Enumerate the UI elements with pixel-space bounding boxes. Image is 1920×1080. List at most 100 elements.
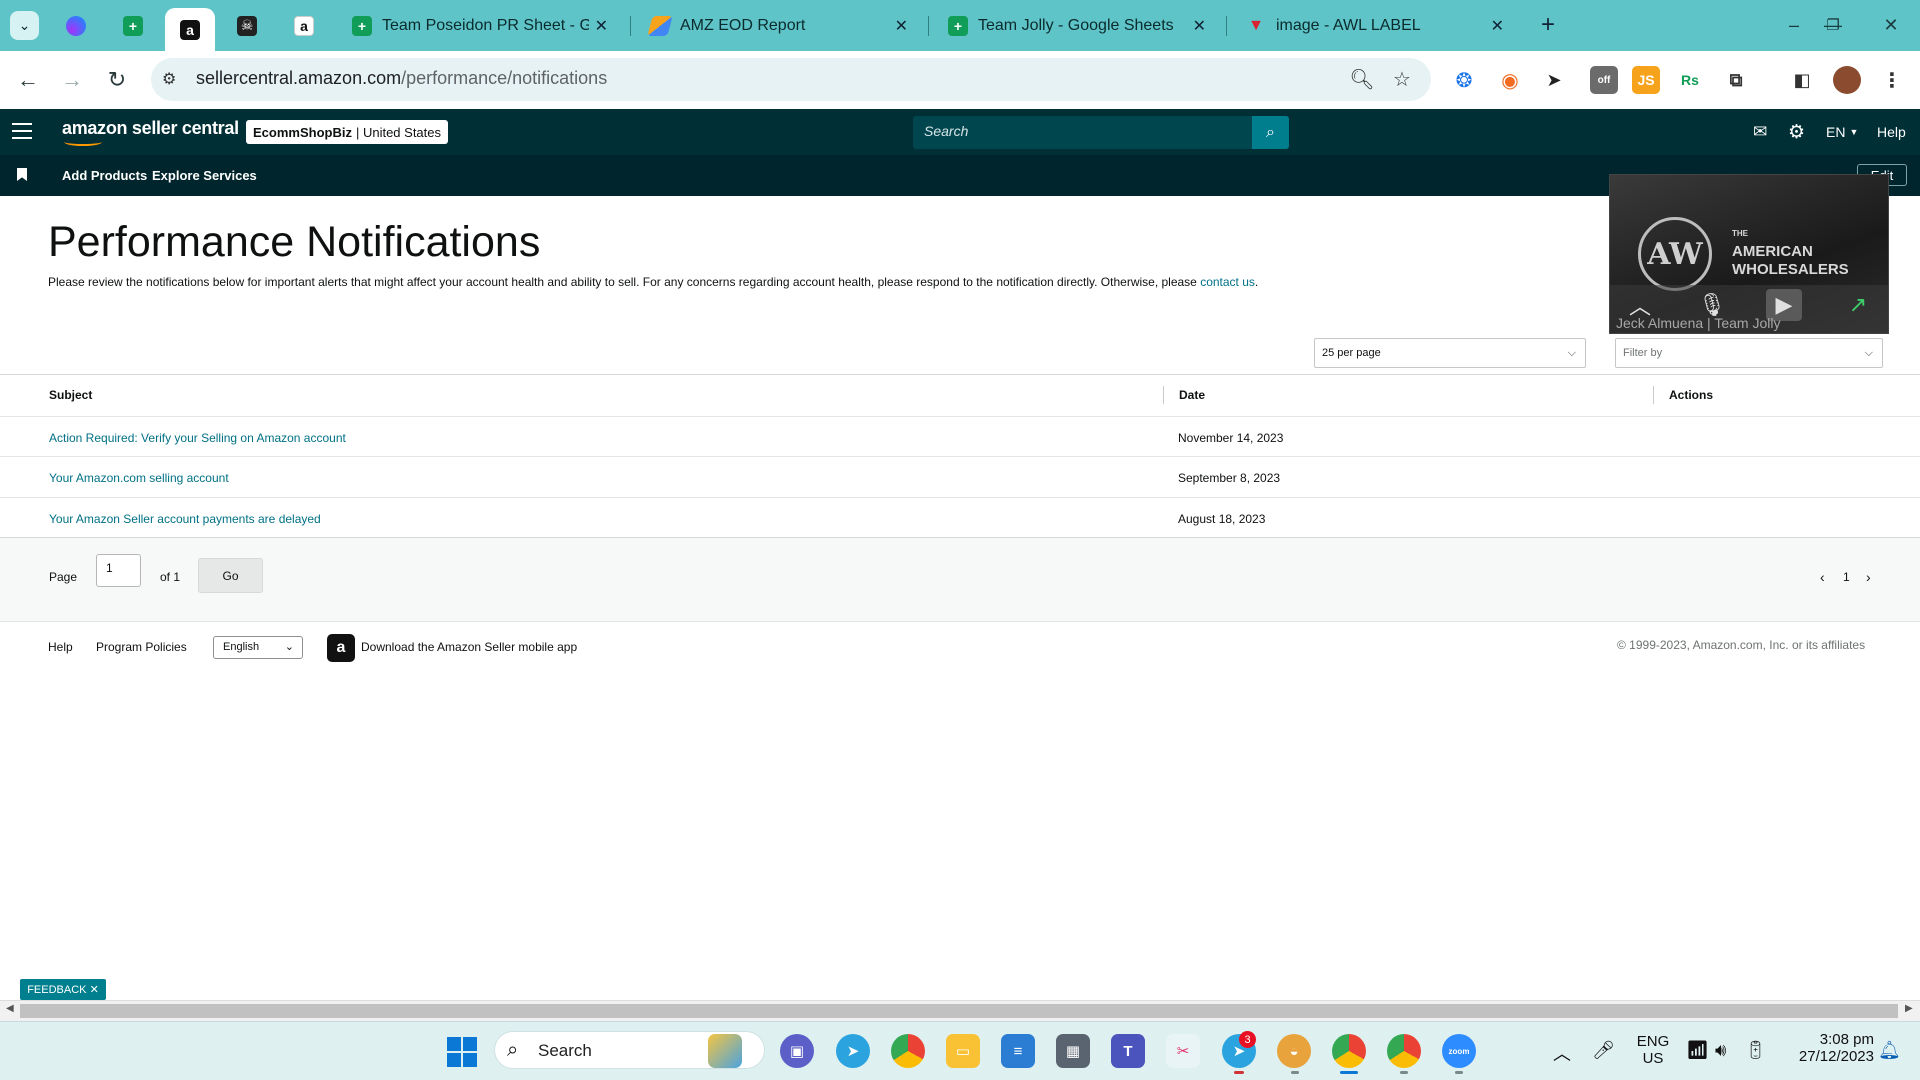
wifi-icon[interactable]: 📶︎: [1686, 1040, 1709, 1061]
explore-services-link[interactable]: Explore Services: [152, 168, 257, 183]
seller-central-logo[interactable]: amazon seller central: [62, 118, 239, 146]
zoom-icon[interactable]: zoom: [1442, 1034, 1476, 1068]
column-header-date[interactable]: Date: [1179, 388, 1205, 402]
notification-subject-link[interactable]: Your Amazon Seller account payments are …: [49, 512, 321, 526]
settings-gear-icon[interactable]: ⚙: [1788, 120, 1805, 144]
browser-menu-icon[interactable]: ⋮: [1878, 66, 1906, 94]
tab-search-button[interactable]: ⌄: [10, 11, 39, 40]
page-total-label: of 1: [160, 570, 181, 584]
meet-chat-icon[interactable]: ▣: [780, 1034, 814, 1068]
page-number-input[interactable]: 1: [96, 554, 141, 587]
scrollbar-thumb[interactable]: [20, 1004, 1898, 1018]
filter-select[interactable]: Filter by ⌵: [1615, 338, 1883, 368]
tab-team-jolly[interactable]: + Team Jolly - Google Sheets ✕: [936, 6, 1218, 45]
feedback-button[interactable]: FEEDBACK ✕: [20, 979, 106, 1000]
pinned-tab-pirate[interactable]: ☠: [222, 6, 272, 45]
column-separator: [1163, 386, 1164, 404]
store-selector[interactable]: EcommShopBiz | United States: [246, 120, 449, 144]
chevron-right-icon[interactable]: ›: [1866, 569, 1871, 585]
forward-button[interactable]: →: [56, 64, 88, 96]
chevron-left-icon[interactable]: ‹: [1820, 569, 1825, 585]
site-info-icon[interactable]: ⚙: [162, 69, 182, 89]
notepad-icon[interactable]: ≡: [1001, 1034, 1035, 1068]
pinned-tab-sheets[interactable]: +: [108, 6, 158, 45]
honey-icon[interactable]: ◒: [1277, 1034, 1311, 1068]
pinned-tab-amazon-active[interactable]: a: [165, 8, 215, 51]
extension-blue-icon[interactable]: ❂: [1450, 66, 1478, 94]
language-indicator[interactable]: ENG US: [1636, 1033, 1670, 1067]
add-products-link[interactable]: Add Products: [62, 168, 147, 183]
extension-js-icon[interactable]: JS: [1632, 66, 1660, 94]
close-icon[interactable]: ✕: [595, 16, 608, 36]
video-call-overlay[interactable]: AW THE AMERICAN WHOLESALERS ︿ 🎙︎ ▶ ↗ Jec…: [1609, 174, 1889, 334]
tab-awl-label[interactable]: ▼ image - AWL LABEL ✕: [1234, 6, 1516, 45]
table-row: Action Required: Verify your Selling on …: [0, 416, 1920, 457]
calculator-icon[interactable]: ▦: [1056, 1034, 1090, 1068]
notification-subject-link[interactable]: Action Required: Verify your Selling on …: [49, 431, 346, 445]
mobile-app-link[interactable]: Download the Amazon Seller mobile app: [361, 640, 577, 654]
profile-avatar[interactable]: [1833, 66, 1861, 94]
back-button[interactable]: ←: [12, 64, 44, 96]
zoom-icon[interactable]: 🔍︎: [1349, 66, 1375, 92]
footer-program-policies-link[interactable]: Program Policies: [96, 640, 187, 654]
bookmark-star-icon[interactable]: ☆: [1389, 66, 1415, 92]
eod-report-icon: [647, 15, 673, 36]
battery-icon[interactable]: 🔋︎: [1744, 1040, 1767, 1061]
pagination-bar: [0, 538, 1920, 622]
column-header-actions: Actions: [1669, 388, 1714, 402]
notification-bell-icon[interactable]: 🔔︎: [1878, 1040, 1901, 1061]
tab-amz-eod-report[interactable]: AMZ EOD Report ✕: [638, 6, 920, 45]
side-panel-icon[interactable]: ◧: [1788, 66, 1816, 94]
clock[interactable]: 3:08 pm 27/12/2023: [1780, 1031, 1874, 1065]
go-button[interactable]: Go: [198, 558, 263, 593]
chevron-down-icon: ⌵: [1864, 347, 1873, 359]
current-page-number[interactable]: 1: [1843, 570, 1850, 584]
close-icon[interactable]: ✕: [1491, 16, 1504, 36]
extension-orange-icon[interactable]: ◉: [1496, 66, 1524, 94]
mail-icon[interactable]: ✉: [1753, 120, 1767, 144]
windows-start-icon[interactable]: [447, 1037, 477, 1067]
tab-team-poseidon[interactable]: + Team Poseidon PR Sheet - Goo ✕: [340, 6, 620, 45]
sheets-icon: +: [123, 15, 143, 36]
footer-language-select[interactable]: English ⌄: [213, 636, 303, 659]
extensions-puzzle-icon[interactable]: ⧉: [1722, 66, 1750, 94]
new-tab-button[interactable]: +: [1534, 11, 1562, 39]
search-button[interactable]: ⌕: [1252, 116, 1289, 149]
hamburger-menu-icon[interactable]: [12, 120, 32, 142]
microphone-icon[interactable]: 🎤︎: [1592, 1040, 1615, 1061]
close-icon[interactable]: ✕: [90, 983, 99, 996]
scroll-left-arrow-icon[interactable]: ◀: [6, 1003, 14, 1014]
extension-rs-icon[interactable]: Rs: [1676, 66, 1704, 94]
volume-icon[interactable]: 🔊︎: [1715, 1040, 1726, 1061]
close-window-button[interactable]: ✕: [1876, 11, 1906, 39]
footer-help-link[interactable]: Help: [48, 640, 73, 654]
reload-button[interactable]: ↻: [101, 64, 133, 96]
amazon-icon: a: [180, 19, 200, 40]
chrome-profile-icon[interactable]: [1387, 1034, 1421, 1068]
pinned-tab-messenger[interactable]: [51, 6, 101, 45]
help-link[interactable]: Help: [1877, 120, 1906, 144]
telegram-icon[interactable]: ➤: [836, 1034, 870, 1068]
extension-off-icon[interactable]: off: [1590, 66, 1618, 94]
notification-subject-link[interactable]: Your Amazon.com selling account: [49, 471, 229, 485]
extension-arrow-icon[interactable]: ➤: [1540, 66, 1568, 94]
close-icon[interactable]: ✕: [1193, 16, 1206, 36]
minimize-icon[interactable]: –: [1779, 11, 1809, 39]
language-selector[interactable]: EN ▼: [1826, 120, 1858, 144]
contact-us-link[interactable]: contact us: [1200, 275, 1255, 289]
scroll-right-arrow-icon[interactable]: ▶: [1905, 1003, 1913, 1014]
chrome-profile-icon[interactable]: [1332, 1034, 1366, 1068]
close-icon[interactable]: ✕: [895, 16, 908, 36]
restore-button[interactable]: ❐: [1818, 11, 1848, 39]
tray-chevron-up-icon[interactable]: ︿: [1553, 1040, 1571, 1066]
file-explorer-icon[interactable]: ▭: [946, 1034, 980, 1068]
pinned-tab-amazon[interactable]: a: [279, 6, 329, 45]
column-header-subject[interactable]: Subject: [49, 388, 92, 402]
snipping-tool-icon[interactable]: ✂: [1166, 1034, 1200, 1068]
url-text[interactable]: sellercentral.amazon.com/performance/not…: [196, 68, 607, 89]
chrome-icon[interactable]: [891, 1034, 925, 1068]
pop-out-icon[interactable]: ↗: [1840, 289, 1876, 321]
per-page-select[interactable]: 25 per page ⌵: [1314, 338, 1586, 368]
amazon-smile-icon: [64, 138, 102, 146]
teams-icon[interactable]: T: [1111, 1034, 1145, 1068]
